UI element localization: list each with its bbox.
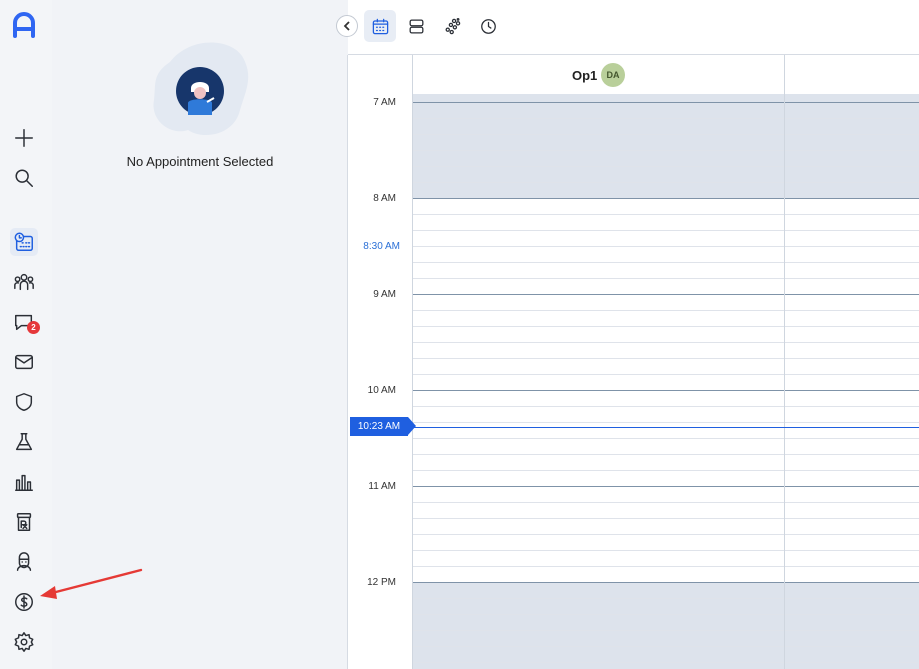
calendar-column-header	[348, 55, 919, 94]
slot-grid-line	[412, 326, 919, 327]
blocked-time-lunch	[412, 582, 919, 669]
time-label-10am: 10 AM	[367, 385, 396, 396]
time-label-8am: 8 AM	[373, 193, 396, 204]
list-view-button[interactable]	[400, 10, 432, 42]
calendar-view-icon	[372, 18, 388, 34]
current-time-line	[412, 427, 919, 428]
schedule-icon[interactable]	[10, 228, 38, 256]
calendar-toolbar	[348, 0, 919, 55]
provider-avatar[interactable]: DA	[601, 63, 625, 87]
mail-icon[interactable]	[10, 348, 38, 376]
slot-grid-line	[412, 438, 919, 439]
appointment-detail-panel: No Appointment Selected	[52, 0, 348, 669]
lab-flask-icon[interactable]	[10, 428, 38, 456]
slot-grid-line	[412, 230, 919, 231]
slot-grid-line	[412, 358, 919, 359]
column-divider-right	[784, 55, 785, 669]
slot-grid-line	[412, 406, 919, 407]
time-label-9am: 9 AM	[373, 289, 396, 300]
time-label-7am: 7 AM	[373, 97, 396, 108]
slot-grid-line	[412, 118, 919, 119]
time-label-12pm: 12 PM	[367, 577, 396, 588]
add-icon[interactable]	[10, 124, 38, 152]
chevron-left-icon	[343, 21, 350, 31]
schedule-grid[interactable]	[412, 94, 919, 669]
slot-grid-line	[412, 182, 919, 183]
slot-grid-line	[412, 342, 919, 343]
patients-icon[interactable]	[10, 268, 38, 296]
slot-grid-line	[412, 246, 919, 247]
current-time-indicator: 10:23 AM	[350, 417, 416, 436]
slot-grid-line	[412, 662, 919, 663]
history-clock-icon	[480, 18, 496, 34]
history-view-button[interactable]	[472, 10, 504, 42]
slot-grid-line	[412, 262, 919, 263]
slot-grid-line	[412, 134, 919, 135]
slot-grid-line	[412, 646, 919, 647]
time-label-830am: 8:30 AM	[363, 241, 400, 252]
column-divider-left	[412, 55, 413, 669]
hour-grid-line	[412, 294, 919, 295]
list-view-icon	[409, 19, 423, 33]
calendar-view-button[interactable]	[364, 10, 396, 42]
slot-grid-line	[412, 374, 919, 375]
slot-grid-line	[412, 310, 919, 311]
operatory-title: Op1	[572, 68, 598, 83]
time-label-11am: 11 AM	[368, 481, 396, 492]
hour-grid-line	[412, 390, 919, 391]
search-icon[interactable]	[10, 164, 38, 192]
prescription-icon[interactable]	[10, 508, 38, 536]
settings-gear-icon[interactable]	[10, 628, 38, 656]
slot-grid-line	[412, 166, 919, 167]
hour-grid-line	[412, 486, 919, 487]
insurance-shield-icon[interactable]	[10, 388, 38, 416]
empty-state-illustration	[150, 40, 254, 140]
collapse-panel-button[interactable]	[336, 15, 358, 37]
group-view-button[interactable]	[436, 10, 468, 42]
messages-icon[interactable]: 2	[10, 308, 40, 336]
slot-grid-line	[412, 470, 919, 471]
slot-grid-line	[412, 566, 919, 567]
slot-grid-line	[412, 534, 919, 535]
slot-grid-line	[412, 614, 919, 615]
slot-grid-line	[412, 214, 919, 215]
no-appointment-message: No Appointment Selected	[126, 154, 274, 169]
app-logo-icon[interactable]	[10, 10, 38, 38]
slot-grid-line	[412, 518, 919, 519]
app-sidebar: 2	[0, 0, 52, 669]
slot-grid-line	[412, 550, 919, 551]
hour-grid-line	[412, 198, 919, 199]
slot-grid-line	[412, 598, 919, 599]
hour-grid-line	[412, 582, 919, 583]
billing-dollar-icon[interactable]	[10, 588, 38, 616]
reports-chart-icon[interactable]	[10, 468, 38, 496]
slot-grid-line	[412, 454, 919, 455]
provider-icon[interactable]	[10, 548, 38, 576]
group-view-icon	[445, 17, 460, 34]
slot-grid-line	[412, 150, 919, 151]
slot-grid-line	[412, 502, 919, 503]
hour-grid-line	[412, 102, 919, 103]
slot-grid-line	[412, 630, 919, 631]
panel-divider	[347, 55, 348, 669]
slot-grid-line	[412, 278, 919, 279]
messages-badge: 2	[27, 321, 40, 334]
slot-grid-line	[412, 422, 919, 423]
